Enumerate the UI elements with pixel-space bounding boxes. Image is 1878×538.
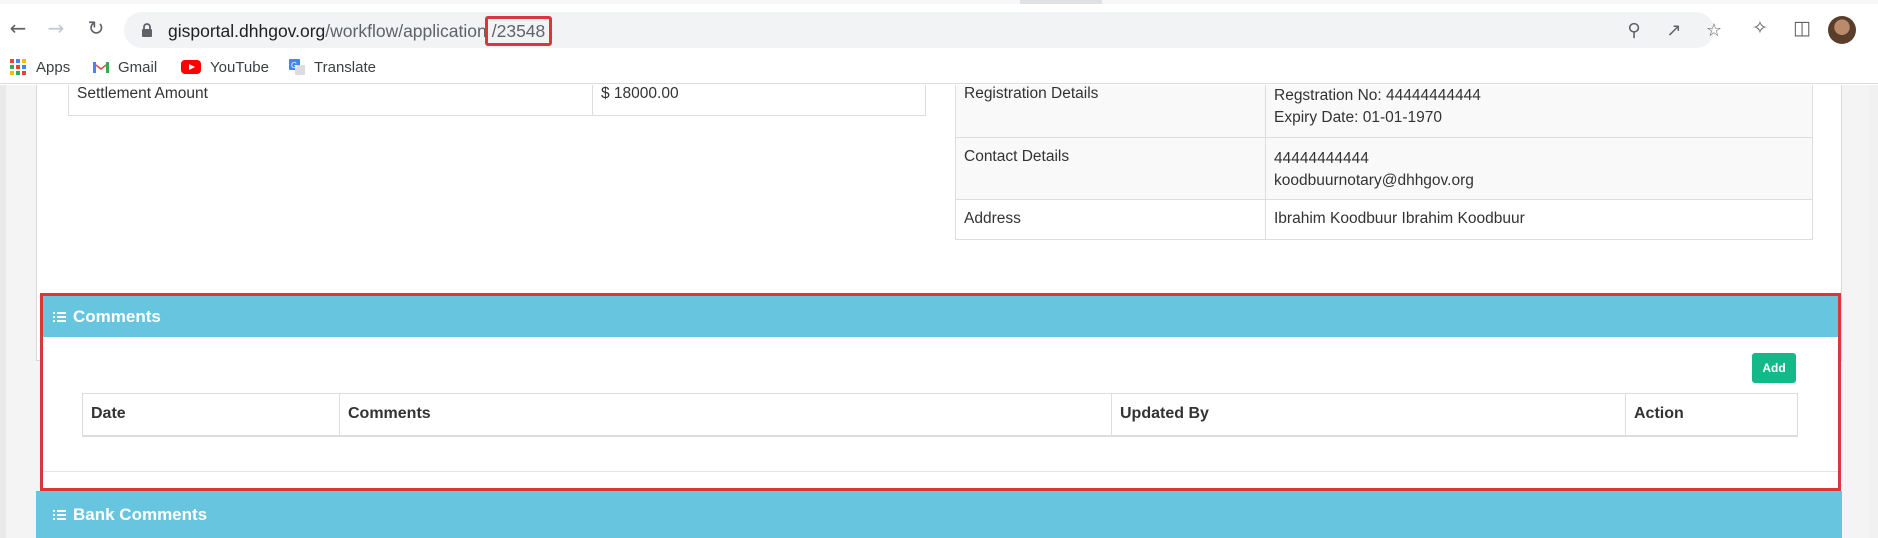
list-icon bbox=[53, 509, 66, 520]
browser-toolbar: ← → ↻ gisportal.dhhgov.org/workflow/appl… bbox=[0, 4, 1878, 50]
youtube-icon bbox=[181, 60, 201, 74]
bank-comments-header[interactable]: Bank Comments bbox=[36, 491, 1842, 538]
column-comments[interactable]: Comments bbox=[339, 393, 1112, 437]
url-text[interactable]: gisportal.dhhgov.org/workflow/applicatio… bbox=[168, 16, 553, 46]
address-bar[interactable]: gisportal.dhhgov.org/workflow/applicatio… bbox=[124, 12, 1722, 48]
reload-icon[interactable]: ↻ bbox=[82, 14, 110, 42]
bank-comments-title: Bank Comments bbox=[73, 504, 208, 524]
table-row: Contact Details 44444444444 koodbuurnota… bbox=[955, 136, 1813, 200]
scrollbar[interactable] bbox=[1869, 85, 1878, 538]
apps-grid-icon bbox=[10, 59, 26, 75]
divider bbox=[43, 471, 1838, 472]
contact-value: 44444444444 koodbuurnotary@dhhgov.org bbox=[1265, 136, 1813, 200]
comments-title: Comments bbox=[73, 306, 161, 326]
table-row: Address Ibrahim Koodbuur Ibrahim Koodbuu… bbox=[955, 198, 1813, 240]
comments-table: Date Comments Updated By Action bbox=[82, 393, 1798, 437]
table-row: Registration Details Regstration No: 444… bbox=[955, 85, 1813, 138]
bookmark-label: Gmail bbox=[118, 58, 158, 76]
page-content: Settlement Amount $ 18000.00 Registratio… bbox=[0, 85, 1878, 538]
table-header-row: Date Comments Updated By Action bbox=[82, 393, 1798, 437]
url-host: gisportal.dhhgov.org bbox=[168, 21, 326, 41]
contact-label: Contact Details bbox=[955, 136, 1266, 200]
address-value: Ibrahim Koodbuur Ibrahim Koodbuur bbox=[1265, 198, 1813, 240]
expiry-date: Expiry Date: 01-01-1970 bbox=[1274, 109, 1443, 126]
avatar[interactable] bbox=[1828, 16, 1856, 44]
address-label: Address bbox=[955, 198, 1266, 240]
bookmark-translate[interactable]: G Translate bbox=[288, 56, 376, 78]
list-icon bbox=[53, 311, 66, 322]
side-panel-icon[interactable]: ◫ bbox=[1790, 16, 1814, 40]
bookmark-label: YouTube bbox=[210, 58, 269, 76]
contact-phone: 44444444444 bbox=[1274, 149, 1369, 167]
extensions-icon[interactable]: ✧ bbox=[1748, 16, 1772, 40]
translate-icon: G bbox=[289, 59, 305, 75]
bookmark-gmail[interactable]: Gmail bbox=[92, 56, 157, 78]
svg-text:G: G bbox=[291, 61, 297, 70]
zoom-icon[interactable]: ⚲ bbox=[1622, 18, 1646, 42]
gmail-icon bbox=[93, 62, 109, 73]
table-row: Settlement Amount $ 18000.00 bbox=[68, 85, 926, 116]
forward-icon[interactable]: → bbox=[42, 14, 70, 42]
bookmark-label: Translate bbox=[314, 58, 376, 76]
contact-email: koodbuurnotary@dhhgov.org bbox=[1274, 171, 1474, 189]
lock-icon bbox=[142, 23, 152, 37]
notary-table: Registration Details Regstration No: 444… bbox=[955, 85, 1813, 240]
url-path: /workflow/application bbox=[325, 21, 487, 41]
page-left-edge bbox=[0, 85, 6, 538]
comments-header: Comments bbox=[43, 296, 1838, 337]
bookmark-apps[interactable]: Apps bbox=[10, 56, 70, 78]
back-icon[interactable]: ← bbox=[4, 14, 32, 42]
settlement-value: $ 18000.00 bbox=[592, 85, 926, 116]
share-icon[interactable]: ↗ bbox=[1662, 18, 1686, 42]
settlement-table: Settlement Amount $ 18000.00 bbox=[68, 85, 926, 116]
url-id-highlight: /23548 bbox=[484, 16, 553, 46]
star-icon[interactable]: ☆ bbox=[1702, 18, 1726, 42]
registration-no: Regstration No: 44444444444 bbox=[1274, 87, 1481, 104]
column-updated-by[interactable]: Updated By bbox=[1111, 393, 1626, 437]
bookmarks-bar: Apps Gmail YouTube G Translate bbox=[0, 50, 1878, 84]
add-comment-button[interactable]: Add bbox=[1752, 353, 1796, 383]
registration-value: Regstration No: 44444444444 Expiry Date:… bbox=[1265, 85, 1813, 138]
registration-label: Registration Details bbox=[955, 85, 1266, 138]
column-action[interactable]: Action bbox=[1625, 393, 1798, 437]
column-date[interactable]: Date bbox=[82, 393, 340, 437]
bookmark-youtube[interactable]: YouTube bbox=[180, 56, 269, 78]
settlement-label: Settlement Amount bbox=[68, 85, 593, 116]
bookmark-label: Apps bbox=[36, 58, 71, 76]
